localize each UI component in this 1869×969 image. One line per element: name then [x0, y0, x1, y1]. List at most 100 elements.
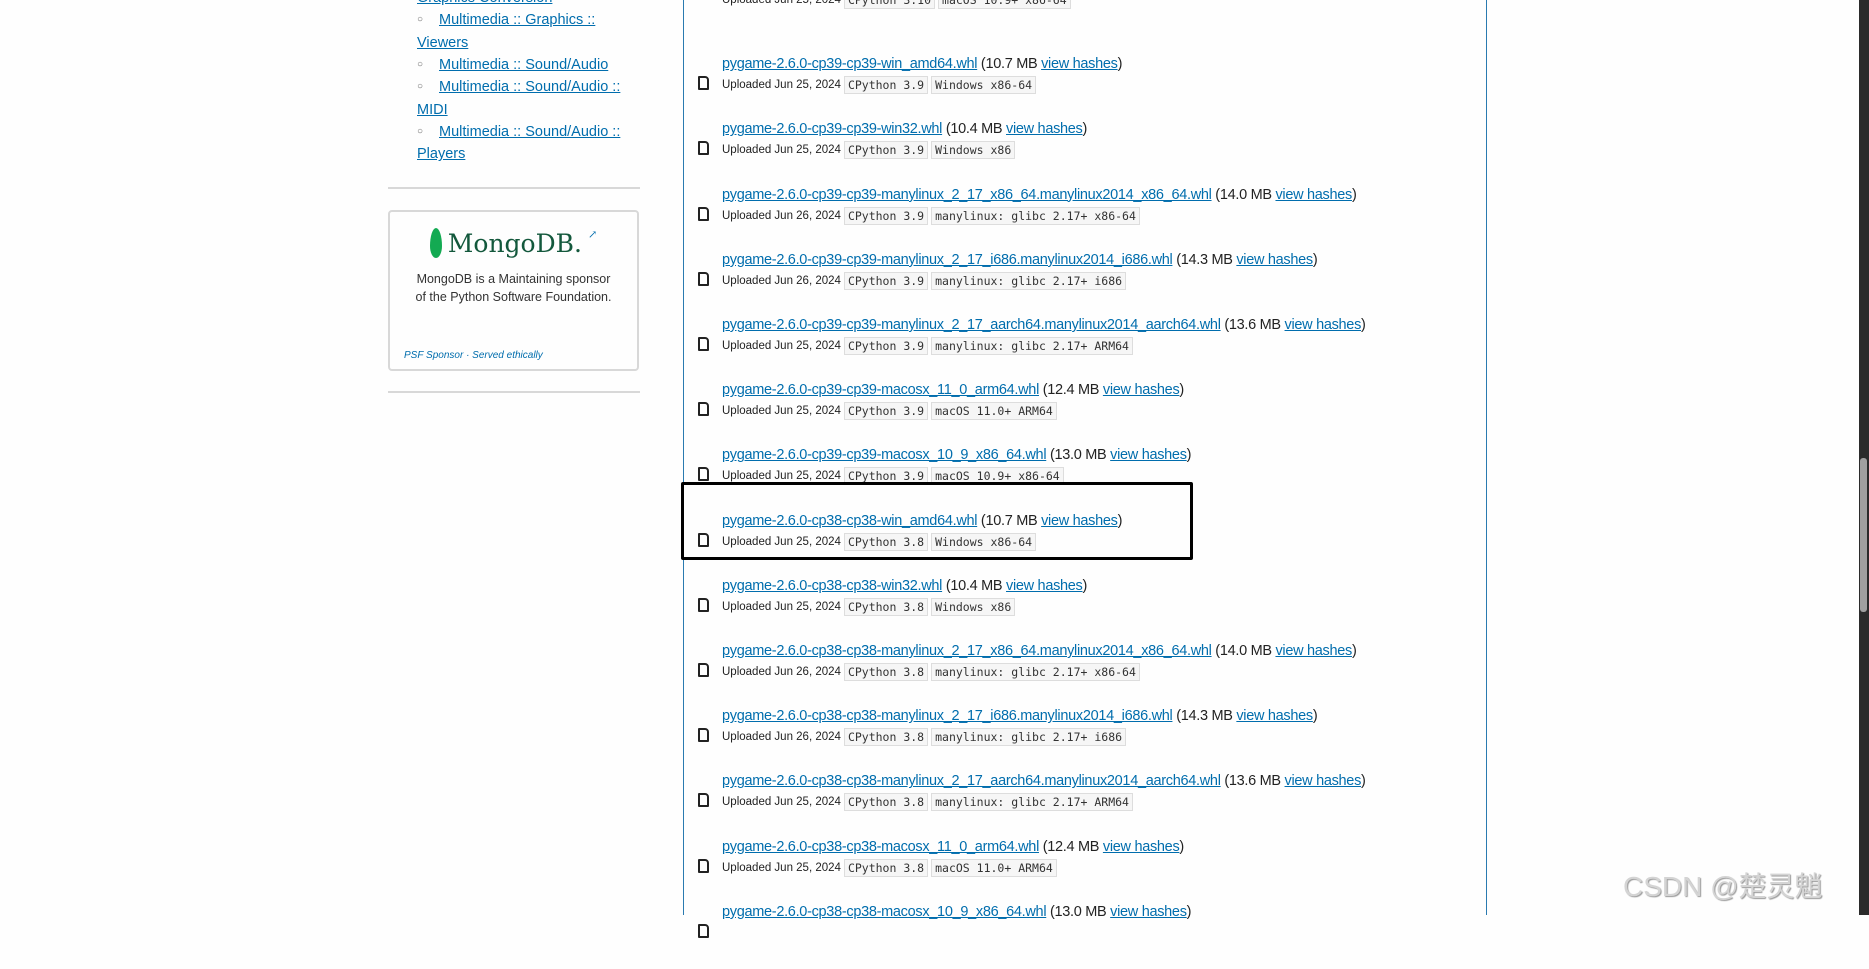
view-hashes-link[interactable]: view hashes — [1103, 839, 1180, 855]
view-hashes-link[interactable]: view hashes — [1236, 252, 1313, 268]
file-link[interactable]: pygame-2.6.0-cp39-cp39-manylinux_2_17_aa… — [722, 317, 1221, 333]
view-hashes-link[interactable]: view hashes — [1103, 382, 1180, 398]
view-hashes-link[interactable]: view hashes — [1285, 773, 1362, 789]
view-hashes-link[interactable]: view hashes — [1006, 121, 1083, 137]
file-size: (13.0 MB — [1049, 903, 1107, 920]
file-meta: Uploaded Jun 26, 2024 CPython 3.9 manylinu… — [722, 206, 1140, 225]
file-link-line: pygame-2.6.0-cp38-cp38-macosx_10_9_x86_6… — [722, 904, 1191, 920]
view-hashes-link[interactable]: view hashes — [1275, 643, 1352, 659]
sponsor-description: MongoDB is a Maintaining sponsor of the … — [415, 272, 612, 304]
python-tag: CPython 3.8 — [843, 728, 929, 747]
file-meta: Uploaded Jun 26, 2024 CPython 3.8 manylinu… — [722, 728, 1127, 747]
view-hashes-link[interactable]: view hashes — [1110, 904, 1187, 920]
platform-tag: macOS 10.9+ x86-64 — [938, 0, 1071, 9]
python-tag: CPython 3.9 — [843, 206, 929, 225]
watermark: CSDN @楚灵魈 — [1623, 871, 1823, 902]
view-hashes-link[interactable]: view hashes — [1285, 317, 1362, 333]
file-icon — [698, 141, 709, 156]
file-link[interactable]: pygame-2.6.0-cp38-cp38-win32.whl — [722, 578, 942, 594]
file-link[interactable]: pygame-2.6.0-cp39-cp39-win_amd64.whl — [722, 56, 977, 72]
view-hashes-link[interactable]: view hashes — [1236, 708, 1313, 724]
file-link-line: pygame-2.6.0-cp38-cp38-win32.whl (10.4 M… — [722, 578, 1087, 594]
platform-tag: macOS 11.0+ ARM64 — [931, 858, 1057, 877]
file-link[interactable]: pygame-2.6.0-cp39-cp39-manylinux_2_17_i6… — [722, 252, 1173, 268]
file-meta: Uploaded Jun 25, 2024 CPython 3.9 macOS 11… — [722, 402, 1057, 421]
paren: ) — [1117, 56, 1123, 73]
file-link[interactable]: pygame-2.6.0-cp39-cp39-macosx_10_9_x86_6… — [722, 447, 1047, 463]
file-row: pygame-2.6.0-cp39-cp39-win_amd64.whl (10… — [684, 56, 1484, 121]
platform-tag: Windows x86 — [931, 597, 1016, 616]
file-icon — [698, 597, 709, 612]
platform-tag: Windows x86 — [931, 141, 1016, 160]
classifier-link[interactable]: Graphics Conversion — [417, 0, 552, 6]
file-meta: Uploaded Jun 25, 2024 CPython 3.8 Windows … — [722, 597, 1016, 616]
platform-tag: manylinux: glibc 2.17+ ARM64 — [931, 337, 1133, 355]
file-row: pygame-2.6.0-cp38-cp38-manylinux_2_17_x8… — [684, 643, 1484, 708]
file-size: (12.4 MB — [1042, 838, 1100, 855]
paren: ) — [1351, 643, 1357, 659]
paren: ) — [1351, 186, 1357, 203]
classifier-item: ○ Multimedia :: Sound/Audio — [417, 54, 647, 76]
platform-tag: Windows x86-64 — [931, 76, 1037, 95]
file-size: (14.0 MB — [1215, 186, 1272, 203]
python-tag: CPython 3.8 — [843, 597, 929, 616]
view-hashes-link[interactable]: view hashes — [1275, 187, 1352, 203]
leaf-icon — [429, 228, 442, 258]
file-link[interactable]: pygame-2.6.0-cp39-cp39-win32.whl — [722, 121, 942, 137]
python-tag: CPython 3.8 — [843, 793, 929, 812]
file-link[interactable]: pygame-2.6.0-cp38-cp38-manylinux_2_17_i6… — [722, 708, 1173, 724]
file-meta: Uploaded Jun 25, 2024 CPython 3.9 Windows … — [722, 141, 1016, 160]
classifier-link[interactable]: Viewers — [417, 35, 468, 51]
view-hashes-link[interactable]: view hashes — [1041, 56, 1118, 72]
view-hashes-link[interactable]: view hashes — [1110, 447, 1187, 463]
classifier-link[interactable]: MIDI — [417, 102, 448, 118]
file-row: pygame-2.6.0-cp38-cp38-manylinux_2_17_aa… — [684, 773, 1484, 838]
python-tag: CPython 3.9 — [843, 76, 929, 95]
file-link-line: pygame-2.6.0-cp38-cp38-manylinux_2_17_x8… — [722, 643, 1357, 659]
file-link[interactable]: pygame-2.6.0-cp38-cp38-macosx_11_0_arm64… — [722, 839, 1039, 855]
python-tag: CPython 3.9 — [843, 141, 929, 160]
scrollbar-thumb[interactable] — [1860, 458, 1867, 612]
view-hashes-link[interactable]: view hashes — [1006, 578, 1083, 594]
mongodb-logo[interactable]: MongoDB. ↗ — [390, 228, 637, 258]
file-link[interactable]: pygame-2.6.0-cp38-cp38-macosx_10_9_x86_6… — [722, 904, 1047, 920]
paren: ) — [1082, 121, 1088, 138]
file-icon — [698, 271, 709, 286]
divider — [388, 391, 640, 393]
classifier-link[interactable]: Multimedia :: Sound/Audio — [439, 57, 608, 73]
file-row: pygame-2.6.0-cp38-cp38-win32.whl (10.4 M… — [684, 578, 1484, 643]
upload-date: Uploaded Jun 25, 2024 — [722, 79, 841, 92]
file-row: pygame-2.6.0-cp39-cp39-manylinux_2_17_aa… — [684, 317, 1484, 382]
external-link-icon: ↗ — [587, 228, 598, 241]
file-link[interactable]: pygame-2.6.0-cp38-cp38-manylinux_2_17_aa… — [722, 773, 1221, 789]
classifier-link[interactable]: Multimedia :: Sound/Audio :: — [439, 124, 620, 140]
file-link-line: pygame-2.6.0-cp39-cp39-macosx_10_9_x86_6… — [722, 447, 1191, 463]
file-size: (13.6 MB — [1224, 773, 1281, 790]
logo-text: MongoDB. — [447, 228, 582, 258]
upload-date: Uploaded Jun 25, 2024 — [722, 600, 841, 613]
file-link-line: pygame-2.6.0-cp39-cp39-win_amd64.whl (10… — [722, 56, 1122, 72]
file-link-line: pygame-2.6.0-cp39-cp39-manylinux_2_17_i6… — [722, 252, 1318, 268]
classifier-link[interactable]: Multimedia :: Graphics :: — [439, 12, 595, 28]
python-tag: CPython 3.9 — [843, 337, 929, 355]
file-meta: Uploaded Jun 26, 2024 CPython 3.8 manylinu… — [722, 663, 1140, 681]
file-link-line: pygame-2.6.0-cp39-cp39-manylinux_2_17_aa… — [722, 317, 1366, 333]
sponsor-card[interactable]: MongoDB. ↗ MongoDB is a Maintaining spon… — [388, 210, 639, 371]
file-link[interactable]: pygame-2.6.0-cp38-cp38-manylinux_2_17_x8… — [722, 643, 1212, 659]
scrollbar[interactable] — [1859, 0, 1869, 915]
upload-date: Uploaded Jun 26, 2024 — [722, 731, 841, 744]
bullet-icon: ○ — [417, 81, 424, 93]
classifier-item: Graphics Conversion — [417, 0, 647, 9]
file-icon — [698, 467, 709, 482]
classifier-link[interactable]: Multimedia :: Sound/Audio :: — [439, 79, 620, 95]
classifier-item: ○ Multimedia :: Sound/Audio :: — [417, 76, 647, 98]
sponsor-footer-link[interactable]: PSF Sponsor · Served ethically — [404, 350, 543, 361]
upload-date: Uploaded Jun 25, 2024 — [722, 0, 841, 6]
file-link[interactable]: pygame-2.6.0-cp39-cp39-manylinux_2_17_x8… — [722, 187, 1212, 203]
classifier-link[interactable]: Players — [417, 146, 465, 162]
file-size: (13.0 MB — [1049, 447, 1107, 464]
file-link-line: pygame-2.6.0-cp38-cp38-manylinux_2_17_i6… — [722, 708, 1318, 724]
upload-date: Uploaded Jun 25, 2024 — [722, 796, 841, 809]
file-icon — [698, 793, 709, 808]
file-link[interactable]: pygame-2.6.0-cp39-cp39-macosx_11_0_arm64… — [722, 382, 1039, 398]
